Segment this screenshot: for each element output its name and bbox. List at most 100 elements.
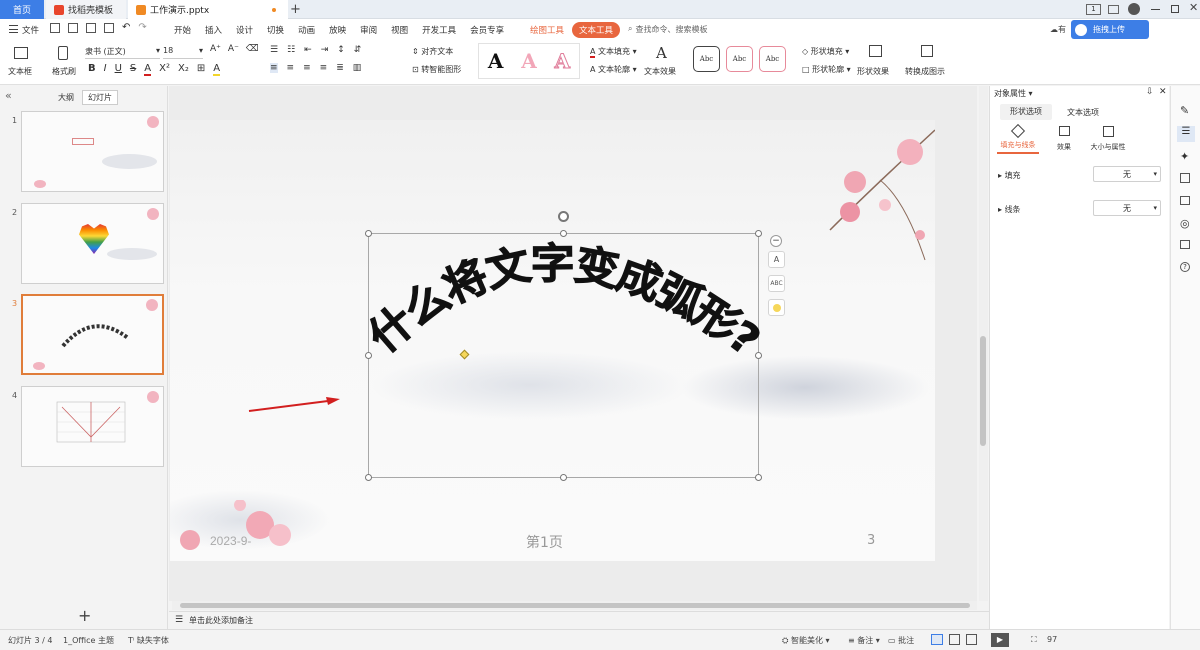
help-icon[interactable]: ?: [1180, 262, 1190, 272]
scroll-thumb[interactable]: [980, 336, 986, 446]
char-border-icon[interactable]: ⊞: [197, 63, 205, 76]
add-slide-button[interactable]: +: [78, 606, 91, 625]
hscroll-thumb[interactable]: [180, 603, 970, 608]
image-icon[interactable]: [1180, 196, 1190, 205]
resize-handle[interactable]: [365, 230, 372, 237]
superscript-icon[interactable]: X²: [159, 63, 170, 76]
properties-icon[interactable]: ☰: [1177, 126, 1195, 142]
resize-handle[interactable]: [365, 474, 372, 481]
restore-icon[interactable]: [1171, 5, 1179, 13]
command-search[interactable]: ⌕ 查找命令、搜索模板: [628, 24, 707, 35]
close-icon[interactable]: ✕: [1189, 1, 1198, 14]
copy-icon[interactable]: [1180, 173, 1190, 183]
bullet-list-icon[interactable]: ☰: [270, 45, 278, 55]
fit-window-icon[interactable]: ⛶: [1031, 635, 1037, 645]
shape-effect-button[interactable]: 形状效果: [855, 44, 897, 78]
line-row[interactable]: ▸ 线条: [998, 204, 1021, 215]
resize-handle[interactable]: [365, 352, 372, 359]
arc-text[interactable]: 什么将文字变成弧形?: [355, 225, 775, 375]
indent-icon[interactable]: ⇥: [321, 45, 329, 55]
shape-outline-button[interactable]: □ 形状轮廓 ▾: [802, 64, 851, 75]
cloud-status[interactable]: ☁有: [1050, 24, 1066, 35]
zoom-level[interactable]: 97: [1047, 635, 1057, 644]
resize-handle[interactable]: [755, 352, 762, 359]
text-fill-button[interactable]: A 文本填充 ▾: [590, 46, 637, 58]
textbox-button[interactable]: 文本框: [8, 45, 38, 79]
preview-icon[interactable]: [104, 23, 114, 33]
export-icon[interactable]: [68, 23, 78, 33]
line-spacing-icon[interactable]: ↕: [337, 45, 345, 55]
subtab-fill-line[interactable]: 填充与线条: [997, 123, 1039, 154]
menu-draw-tools[interactable]: 绘图工具: [530, 24, 564, 36]
menu-developer[interactable]: 开发工具: [422, 24, 456, 36]
distribute-icon[interactable]: ≣: [336, 63, 344, 73]
fill-row[interactable]: ▸ 填充: [998, 170, 1021, 181]
tab-text-options[interactable]: 文本选项: [1067, 107, 1099, 118]
shape-style-2[interactable]: Abc: [726, 46, 753, 72]
tab-outline[interactable]: 大纲: [58, 92, 74, 103]
strike-icon[interactable]: S: [130, 63, 136, 76]
convert-graphic-button[interactable]: 转换成图示: [905, 44, 951, 78]
slide-thumbnail[interactable]: [21, 386, 164, 467]
italic-icon[interactable]: I: [104, 63, 107, 76]
fill-select[interactable]: 无 ▾: [1093, 166, 1161, 182]
highlight-icon[interactable]: A: [213, 63, 221, 76]
pin-icon[interactable]: ⇩: [1146, 87, 1154, 97]
panel-title[interactable]: 对象属性 ▾: [994, 88, 1033, 99]
menu-file[interactable]: 文件: [22, 24, 39, 36]
layout-icon[interactable]: [1108, 5, 1119, 14]
slide-thumbnail[interactable]: [21, 203, 164, 284]
menu-member[interactable]: 会员专享: [470, 24, 504, 36]
menu-animation[interactable]: 动画: [298, 24, 315, 36]
text-outline-button[interactable]: A 文本轮廓 ▾: [590, 64, 637, 75]
location-icon[interactable]: ◎: [1180, 217, 1190, 230]
print-icon[interactable]: [86, 23, 96, 33]
smart-beautify-button[interactable]: ⛭ 智能美化 ▾: [782, 635, 830, 646]
grow-font-icon[interactable]: A⁺: [210, 44, 221, 54]
book-icon[interactable]: [1180, 240, 1190, 249]
rotate-handle-icon[interactable]: [558, 211, 569, 222]
smart-shape-button[interactable]: ⊡ 转智能图形: [412, 64, 461, 75]
underline-icon[interactable]: U: [115, 63, 122, 76]
clear-format-icon[interactable]: ⌫: [246, 44, 259, 54]
vertical-scrollbar[interactable]: [979, 86, 988, 601]
save-icon[interactable]: [50, 23, 60, 33]
new-tab-button[interactable]: +: [290, 2, 301, 17]
idea-float-button[interactable]: [768, 299, 785, 316]
shape-style-1[interactable]: Abc: [693, 46, 720, 72]
wordart-style-outline[interactable]: A: [554, 49, 571, 74]
missing-font-button[interactable]: Tⁱ 缺失字体: [128, 635, 169, 646]
shape-style-3[interactable]: Abc: [759, 46, 786, 72]
text-style-float-button[interactable]: A: [768, 251, 785, 268]
avatar[interactable]: [1128, 3, 1140, 15]
hamburger-icon[interactable]: [9, 25, 18, 33]
align-center-icon[interactable]: ≡: [287, 63, 295, 73]
tab-shape-options[interactable]: 形状选项: [1000, 104, 1052, 120]
resize-handle[interactable]: [755, 230, 762, 237]
tab-template[interactable]: 找稻壳模板: [46, 0, 126, 19]
format-painter-button[interactable]: 格式刷: [50, 45, 78, 79]
pin-star-icon[interactable]: ✦: [1180, 150, 1189, 163]
font-color-icon[interactable]: A: [144, 63, 152, 76]
subtab-size[interactable]: 大小与属性: [1082, 124, 1134, 152]
normal-view-icon[interactable]: [931, 634, 943, 645]
numbered-list-icon[interactable]: ☷: [287, 45, 295, 55]
resize-handle[interactable]: [560, 230, 567, 237]
collapse-panel-icon[interactable]: «: [5, 89, 12, 102]
menu-insert[interactable]: 插入: [205, 24, 222, 36]
redo-icon[interactable]: ↷: [138, 23, 146, 33]
notes-button[interactable]: ≡ 备注 ▾: [848, 635, 880, 646]
slide-thumbnail-selected[interactable]: [21, 294, 164, 375]
pen-icon[interactable]: ✎: [1180, 104, 1189, 117]
align-text-button[interactable]: ⇕ 对齐文本: [412, 46, 453, 57]
collapse-float-icon[interactable]: −: [770, 235, 782, 247]
slide-thumbnail[interactable]: [21, 111, 164, 192]
horizontal-scrollbar[interactable]: [172, 601, 977, 610]
menu-review[interactable]: 审阅: [360, 24, 377, 36]
wordart-gallery[interactable]: A A A: [478, 43, 580, 79]
shrink-font-icon[interactable]: A⁻: [228, 44, 239, 54]
align-right-icon[interactable]: ≡: [303, 63, 311, 73]
bold-icon[interactable]: B: [88, 63, 96, 76]
panel-close-icon[interactable]: ✕: [1159, 87, 1167, 97]
outdent-icon[interactable]: ⇤: [304, 45, 312, 55]
